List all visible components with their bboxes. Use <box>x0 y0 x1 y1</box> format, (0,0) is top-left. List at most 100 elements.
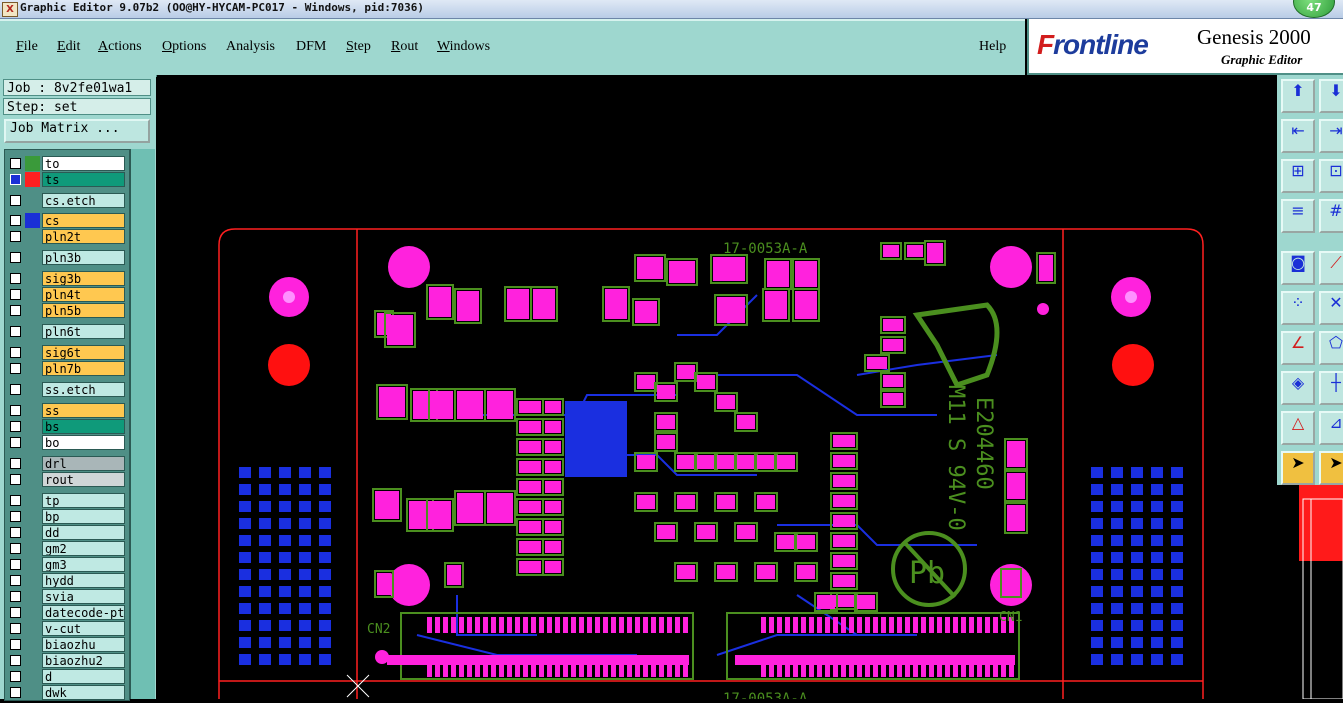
menu-options[interactable]: Options <box>162 39 206 55</box>
layer-checkbox[interactable] <box>10 655 21 666</box>
layer-checkbox[interactable] <box>10 305 21 316</box>
layer-checkbox[interactable] <box>10 607 21 618</box>
layer-checkbox[interactable] <box>10 527 21 538</box>
polygon-button[interactable]: ⬠ <box>1319 331 1343 365</box>
pcb-board-view[interactable]: 17-0053A-A 17-0053A-A CN2 CN1 E204460M11 S 9… <box>157 75 1277 699</box>
menu-actions[interactable]: Actions <box>98 39 142 55</box>
app-icon[interactable]: X <box>2 2 18 17</box>
feature-button[interactable]: ◈ <box>1281 371 1315 405</box>
layer-checkbox[interactable] <box>10 474 21 485</box>
layer-checkbox[interactable] <box>10 687 21 698</box>
layer-row-hydd[interactable]: hydd <box>7 573 127 588</box>
layer-name[interactable]: gm2 <box>42 541 125 556</box>
menu-file[interactable]: File <box>16 39 38 55</box>
layer-row-datecode-pto[interactable]: datecode-pto <box>7 605 127 620</box>
layer-row-d[interactable]: d <box>7 669 127 684</box>
layer-name[interactable]: pln7b <box>42 361 125 376</box>
layer-name[interactable]: sig6t <box>42 345 125 360</box>
graphic-canvas[interactable]: 17-0053A-A 17-0053A-A CN2 CN1 E204460 M11 S 9… <box>157 75 1277 699</box>
pointer-button[interactable]: ➤ <box>1281 451 1315 485</box>
select-layer-button[interactable]: ◙ <box>1281 251 1315 285</box>
layer-checkbox[interactable] <box>10 458 21 469</box>
layer-row-cs.etch[interactable]: cs.etch <box>7 193 127 208</box>
layer-checkbox[interactable] <box>10 384 21 395</box>
layer-row-drl[interactable]: drl <box>7 456 127 471</box>
layer-checkbox[interactable] <box>10 437 21 448</box>
layer-row-ss[interactable]: ss <box>7 403 127 418</box>
layer-row-pln3b[interactable]: pln3b <box>7 250 127 265</box>
layer-name[interactable]: pln3b <box>42 250 125 265</box>
layer-row-bs[interactable]: bs <box>7 419 127 434</box>
layer-name[interactable]: gm3 <box>42 557 125 572</box>
layer-name[interactable]: ss <box>42 403 125 418</box>
layer-row-bo[interactable]: bo <box>7 435 127 450</box>
layer-color-swatch[interactable] <box>25 172 40 187</box>
layer-name[interactable]: tp <box>42 493 125 508</box>
layer-name[interactable]: cs.etch <box>42 193 125 208</box>
layer-color-swatch[interactable] <box>25 213 40 228</box>
measure-button[interactable]: ⟋ <box>1319 251 1343 285</box>
zoom-home-button[interactable]: ⬇ <box>1319 79 1343 113</box>
layer-name[interactable]: sig3b <box>42 271 125 286</box>
layer-color-swatch[interactable] <box>25 156 40 171</box>
layer-row-pln2t[interactable]: pln2t <box>7 229 127 244</box>
layer-checkbox[interactable] <box>10 326 21 337</box>
layer-row-pln4t[interactable]: pln4t <box>7 287 127 302</box>
layer-checkbox[interactable] <box>10 405 21 416</box>
layer-name[interactable]: ts <box>42 172 125 187</box>
layer-name[interactable]: pln2t <box>42 229 125 244</box>
layer-row-tp[interactable]: tp <box>7 493 127 508</box>
layer-name[interactable]: pln6t <box>42 324 125 339</box>
grid-button[interactable]: # <box>1319 199 1343 233</box>
layer-name[interactable]: datecode-pto <box>42 605 125 620</box>
net-button[interactable]: ⁘ <box>1281 291 1315 325</box>
minimap[interactable] <box>1277 485 1343 700</box>
zoom-page-button[interactable]: ⬆ <box>1281 79 1315 113</box>
menu-rout[interactable]: Rout <box>391 39 418 55</box>
layer-name[interactable]: svia <box>42 589 125 604</box>
layer-checkbox[interactable] <box>10 421 21 432</box>
layer-checkbox[interactable] <box>10 347 21 358</box>
layer-checkbox[interactable] <box>10 215 21 226</box>
layer-row-bp[interactable]: bp <box>7 509 127 524</box>
layer-name[interactable]: d <box>42 669 125 684</box>
layer-checkbox[interactable] <box>10 575 21 586</box>
layer-checkbox[interactable] <box>10 289 21 300</box>
layer-row-biaozhu2[interactable]: biaozhu2 <box>7 653 127 668</box>
layer-checkbox[interactable] <box>10 671 21 682</box>
layer-name[interactable]: v-cut <box>42 621 125 636</box>
zoom-center-button[interactable]: ⊡ <box>1319 159 1343 193</box>
layer-row-gm2[interactable]: gm2 <box>7 541 127 556</box>
layer-name[interactable]: bs <box>42 419 125 434</box>
layer-name[interactable]: pln5b <box>42 303 125 318</box>
layer-checkbox[interactable] <box>10 543 21 554</box>
layer-name[interactable]: bo <box>42 435 125 450</box>
layer-checkbox[interactable] <box>10 623 21 634</box>
menu-edit[interactable]: Edit <box>57 39 80 55</box>
layer-name[interactable]: pln4t <box>42 287 125 302</box>
layer-checkbox[interactable] <box>10 174 21 185</box>
layer-checkbox[interactable] <box>10 559 21 570</box>
layer-name[interactable]: biaozhu <box>42 637 125 652</box>
layer-name[interactable]: biaozhu2 <box>42 653 125 668</box>
zoom-in-button[interactable]: ⇤ <box>1281 119 1315 153</box>
layer-checkbox[interactable] <box>10 231 21 242</box>
axis-button[interactable]: ┼ <box>1319 371 1343 405</box>
layer-name[interactable]: dd <box>42 525 125 540</box>
layer-checkbox[interactable] <box>10 158 21 169</box>
pointer-alt-button[interactable]: ➤ <box>1319 451 1343 485</box>
layer-row-dwk[interactable]: dwk <box>7 685 127 700</box>
layer-row-dd[interactable]: dd <box>7 525 127 540</box>
layer-name[interactable]: dwk <box>42 685 125 700</box>
layer-checkbox[interactable] <box>10 252 21 263</box>
layer-checkbox[interactable] <box>10 363 21 374</box>
layer-row-to[interactable]: to <box>7 156 127 171</box>
layer-row-ss.etch[interactable]: ss.etch <box>7 382 127 397</box>
layer-row-pln5b[interactable]: pln5b <box>7 303 127 318</box>
route-button[interactable]: ⊿ <box>1319 411 1343 445</box>
layer-checkbox[interactable] <box>10 639 21 650</box>
snap-settings-button[interactable]: ≡ <box>1281 199 1315 233</box>
layer-row-v-cut[interactable]: v-cut <box>7 621 127 636</box>
cut-button[interactable]: ✕ <box>1319 291 1343 325</box>
layer-row-cs[interactable]: cs <box>7 213 127 228</box>
